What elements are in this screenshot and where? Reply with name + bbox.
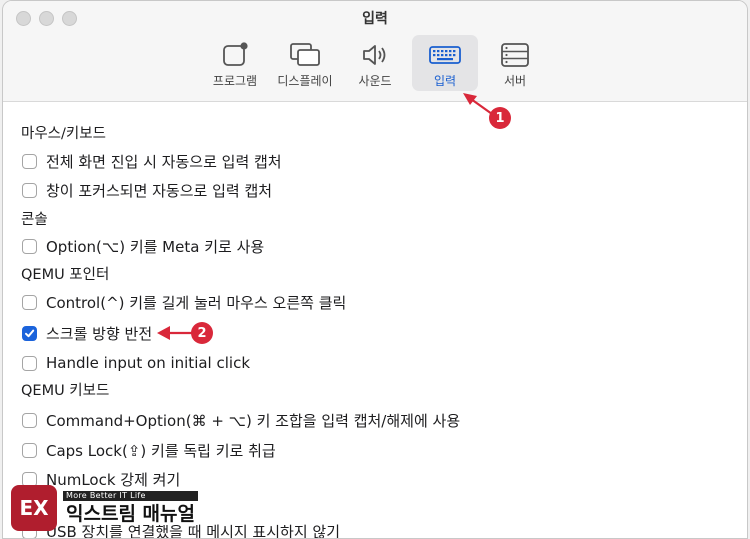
keyboard-icon xyxy=(429,46,461,64)
tab-program-label: 프로그램 xyxy=(212,74,258,88)
option-label: 창이 포커스되면 자동으로 입력 캡처 xyxy=(46,182,273,200)
checkbox-capture-on-fullscreen[interactable] xyxy=(22,154,37,169)
tab-server[interactable]: 서버 xyxy=(482,35,548,91)
option-invert-scroll[interactable]: 스크롤 방향 반전 xyxy=(22,323,152,344)
checkbox-handle-initial-click[interactable] xyxy=(22,355,37,371)
annotation-marker-2: 2 xyxy=(191,322,213,344)
option-label: 전체 화면 진입 시 자동으로 입력 캡처 xyxy=(46,153,282,171)
option-capture-on-fullscreen[interactable]: 전체 화면 진입 시 자동으로 입력 캡처 xyxy=(22,151,282,172)
tab-display-label: 디스플레이 xyxy=(277,74,333,88)
option-label: Handle input on initial click xyxy=(46,354,251,372)
tab-input-label: 입력 xyxy=(433,74,457,88)
checkmark-icon xyxy=(25,329,35,338)
settings-toolbar: 프로그램 디스플레이 사운드 입력 서버 xyxy=(3,35,747,91)
tab-sound-label: 사운드 xyxy=(358,74,392,88)
checkbox-caps-lock-independent[interactable] xyxy=(22,443,37,458)
option-cmd-option-capture[interactable]: Command+Option(⌘ + ⌥) 키 조합을 입력 캡처/해제에 사용 xyxy=(22,410,460,431)
option-control-right-click[interactable]: Control(^) 키를 길게 눌러 마우스 오른쪽 클릭 xyxy=(22,292,346,313)
option-label: Command+Option(⌘ + ⌥) 키 조합을 입력 캡처/해제에 사용 xyxy=(46,412,461,430)
annotation-marker-1: 1 xyxy=(489,107,511,129)
tab-display[interactable]: 디스플레이 xyxy=(272,35,338,91)
tab-program[interactable]: 프로그램 xyxy=(202,35,268,91)
input-settings-panel: 마우스/키보드 전체 화면 진입 시 자동으로 입력 캡처 창이 포커스되면 자… xyxy=(3,102,747,538)
settings-window: 입력 프로그램 디스플레이 사운드 입력 서버 마우스/키보드 전체 화면 진입… xyxy=(2,0,748,539)
checkbox-option-as-meta[interactable] xyxy=(22,239,37,254)
display-icon xyxy=(290,43,320,66)
option-label: 스크롤 방향 반전 xyxy=(46,325,153,343)
option-option-as-meta[interactable]: Option(⌥) 키를 Meta 키로 사용 xyxy=(22,236,264,257)
option-label: Control(^) 키를 길게 눌러 마우스 오른쪽 클릭 xyxy=(46,294,347,312)
checkbox-invert-scroll[interactable] xyxy=(22,326,37,341)
checkbox-cmd-option-capture[interactable] xyxy=(22,413,37,428)
program-icon xyxy=(223,42,248,66)
checkbox-capture-on-focus[interactable] xyxy=(22,183,37,198)
annotation-arrow-2 xyxy=(157,326,193,340)
tab-sound[interactable]: 사운드 xyxy=(342,35,408,91)
logo-text: More Better IT Life 익스트림 매뉴얼 xyxy=(63,491,198,525)
window-title: 입력 xyxy=(362,11,388,27)
option-label: Option(⌥) 키를 Meta 키로 사용 xyxy=(46,238,265,256)
speaker-icon xyxy=(363,45,386,65)
option-capture-on-focus[interactable]: 창이 포커스되면 자동으로 입력 캡처 xyxy=(22,180,272,201)
option-handle-initial-click[interactable]: Handle input on initial click xyxy=(22,354,250,372)
checkbox-control-right-click[interactable] xyxy=(22,295,37,310)
logo-name: 익스트림 매뉴얼 xyxy=(63,504,198,525)
section-title-mouse-keyboard: 마우스/키보드 xyxy=(21,126,106,142)
section-title-qemu-pointer: QEMU 포인터 xyxy=(21,267,110,283)
watermark-logo: EX More Better IT Life 익스트림 매뉴얼 xyxy=(11,484,198,532)
logo-tagline: More Better IT Life xyxy=(63,491,198,501)
option-caps-lock-independent[interactable]: Caps Lock(⇪) 키를 독립 키로 취급 xyxy=(22,440,276,461)
server-icon xyxy=(501,43,529,67)
logo-badge: EX xyxy=(11,485,57,531)
tab-input[interactable]: 입력 xyxy=(412,35,478,91)
section-title-console: 콘솔 xyxy=(21,212,48,228)
section-title-qemu-keyboard: QEMU 키보드 xyxy=(21,383,110,399)
title-bar: 입력 프로그램 디스플레이 사운드 입력 서버 xyxy=(3,1,747,102)
option-label: Caps Lock(⇪) 키를 독립 키로 취급 xyxy=(46,442,276,460)
